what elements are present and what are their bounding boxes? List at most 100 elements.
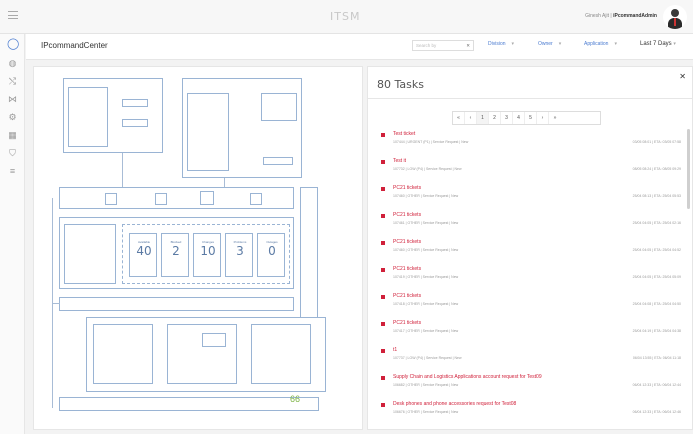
- diagram-subgroup[interactable]: [167, 324, 237, 384]
- counter-available[interactable]: Available 40: [129, 233, 157, 277]
- task-item[interactable]: Desk phones and phone accessories reques…: [381, 401, 681, 423]
- topology-icon[interactable]: ⋈: [7, 94, 18, 105]
- task-item[interactable]: t1 107737 | LOW (P4) | Service Request | …: [381, 347, 681, 369]
- diagram-subgroup[interactable]: [93, 324, 153, 384]
- filter-division-label: Division: [488, 41, 506, 47]
- diagram-group-c[interactable]: [86, 317, 326, 392]
- diagram-node[interactable]: [261, 93, 297, 121]
- nav-user[interactable]: Ginesh Ajit: [585, 13, 609, 19]
- connector-line: [122, 153, 123, 187]
- task-item[interactable]: Test ticket 107444 | URGENT (P1) | Servic…: [381, 131, 681, 153]
- task-title[interactable]: Test it: [393, 158, 406, 164]
- search-input[interactable]: Search by ✕: [412, 40, 474, 51]
- topology-diagram: Available 40 Blocked 2 Changes 10 Problems 3…: [33, 66, 363, 430]
- task-meta: 107417 | OTHER | Service Request | New: [393, 329, 459, 333]
- diagram-node[interactable]: [155, 193, 167, 205]
- route-icon[interactable]: ⤭: [7, 76, 18, 87]
- map-icon[interactable]: ⛉: [7, 148, 18, 159]
- task-title[interactable]: PC21 tickets: [393, 293, 421, 299]
- chevron-down-icon: ▾: [614, 41, 617, 47]
- counter-blocked[interactable]: Blocked 2: [161, 233, 189, 277]
- pager-last[interactable]: »: [549, 112, 561, 124]
- clear-search-icon[interactable]: ✕: [466, 43, 470, 49]
- diagram-subgroup[interactable]: [187, 93, 229, 171]
- task-meta: 107419 | OTHER | Service Request | New: [393, 275, 459, 279]
- task-title[interactable]: Desk phones and phone accessories reques…: [393, 401, 516, 407]
- task-meta: 106676 | OTHER | Service Request | New: [393, 410, 459, 414]
- filter-owner-label: Owner: [538, 41, 553, 47]
- avatar[interactable]: [663, 5, 687, 29]
- task-date: 06/04 12:33 | ETA: 06/04 12:46: [632, 410, 681, 414]
- counter-problems[interactable]: Problems 3: [225, 233, 253, 277]
- brand-logo: ITSM: [330, 10, 361, 23]
- task-title[interactable]: Supply Chain and Logistics Applications …: [393, 374, 542, 380]
- task-item[interactable]: PC21 tickets 107417 | OTHER | Service Req…: [381, 320, 681, 342]
- tasks-title: 80 Tasks: [377, 78, 424, 91]
- connector-line: [52, 303, 60, 304]
- close-icon[interactable]: ✕: [679, 72, 686, 81]
- task-meta: 107732 | LOW (P4) | Service Request | Ne…: [393, 167, 462, 171]
- filter-application[interactable]: Application ▾: [584, 41, 617, 47]
- task-item[interactable]: PC21 tickets 107418 | OTHER | Service Req…: [381, 293, 681, 315]
- pager-prev[interactable]: ‹: [465, 112, 477, 124]
- diagram-node[interactable]: [250, 193, 262, 205]
- circle-user-icon[interactable]: ◯: [7, 39, 19, 50]
- pager-page-4[interactable]: 4: [513, 112, 525, 124]
- task-item[interactable]: Test it 107732 | LOW (P4) | Service Reque…: [381, 158, 681, 180]
- diagram-subgroup[interactable]: [68, 87, 108, 147]
- task-item[interactable]: Supply Chain and Logistics Applications …: [381, 374, 681, 396]
- priority-marker: [381, 160, 385, 164]
- filter-owner[interactable]: Owner ▾: [538, 41, 561, 47]
- pager-page-5[interactable]: 5: [525, 112, 537, 124]
- diagram-row[interactable]: [59, 297, 294, 311]
- task-item[interactable]: PC21 tickets 107419 | OTHER | Service Req…: [381, 266, 681, 288]
- task-date: 25/04 04:19 | ETA: 25/04 04:38: [632, 329, 681, 333]
- divider: [368, 98, 692, 99]
- list-icon[interactable]: ≡: [7, 166, 18, 177]
- diagram-node[interactable]: [200, 191, 214, 205]
- task-item[interactable]: PC21 tickets 107460 | OTHER | Service Req…: [381, 239, 681, 261]
- task-item[interactable]: PC21 tickets 107461 | OTHER | Service Req…: [381, 212, 681, 234]
- diagram-node[interactable]: [122, 99, 148, 107]
- diagram-subgroup[interactable]: [251, 324, 311, 384]
- chevron-down-icon: ▾: [511, 41, 515, 47]
- diagram-node[interactable]: [105, 193, 117, 205]
- diagram-node[interactable]: [263, 157, 293, 165]
- diagram-group-a[interactable]: [63, 78, 163, 153]
- pager-page-2[interactable]: 2: [489, 112, 501, 124]
- hamburger-menu-icon[interactable]: [8, 11, 18, 19]
- task-title[interactable]: PC21 tickets: [393, 185, 421, 191]
- task-title[interactable]: Test ticket: [393, 131, 415, 137]
- diagram-group-b[interactable]: [182, 78, 302, 178]
- pager-first[interactable]: «: [453, 112, 465, 124]
- filter-division[interactable]: Division ▾: [488, 41, 514, 47]
- task-meta: 107460 | OTHER | Service Request | New: [393, 194, 459, 198]
- task-title[interactable]: t1: [393, 347, 397, 353]
- date-range-select[interactable]: Last 7 Days ▾: [640, 41, 676, 47]
- task-date: 25/04 08:13 | ETA: 25/04 05:53: [632, 194, 681, 198]
- diagram-counters-group: Available 40 Blocked 2 Changes 10 Problems 3…: [122, 224, 290, 284]
- calendar-icon[interactable]: ▦: [7, 130, 18, 141]
- task-title[interactable]: PC21 tickets: [393, 239, 421, 245]
- gear-icon[interactable]: ⚙: [7, 112, 18, 123]
- counter-outages[interactable]: Outages 0: [257, 233, 285, 277]
- username[interactable]: iPcommandAdmin: [613, 13, 657, 19]
- diagram-subgroup[interactable]: [64, 224, 116, 284]
- diagram-node[interactable]: [202, 333, 226, 347]
- task-title[interactable]: PC21 tickets: [393, 212, 421, 218]
- task-item[interactable]: PC21 tickets 107460 | OTHER | Service Req…: [381, 185, 681, 207]
- pager-next[interactable]: ›: [537, 112, 549, 124]
- globe-icon[interactable]: ◍: [7, 58, 18, 69]
- scrollbar[interactable]: [687, 129, 690, 209]
- diagram-row[interactable]: [59, 187, 294, 209]
- user-area[interactable]: Ginesh Ajit | iPcommandAdmin: [585, 13, 657, 19]
- diagram-row[interactable]: [59, 397, 319, 411]
- task-title[interactable]: PC21 tickets: [393, 266, 421, 272]
- task-title[interactable]: PC21 tickets: [393, 320, 421, 326]
- diagram-node[interactable]: [122, 119, 148, 127]
- task-date: 03/05 08:01 | ETA: 03/05 07:58: [632, 140, 681, 144]
- pager-page-3[interactable]: 3: [501, 112, 513, 124]
- counter-changes[interactable]: Changes 10: [193, 233, 221, 277]
- diagram-status-group[interactable]: Available 40 Blocked 2 Changes 10 Problems 3…: [59, 217, 294, 289]
- pager-page-1[interactable]: 1: [477, 112, 489, 124]
